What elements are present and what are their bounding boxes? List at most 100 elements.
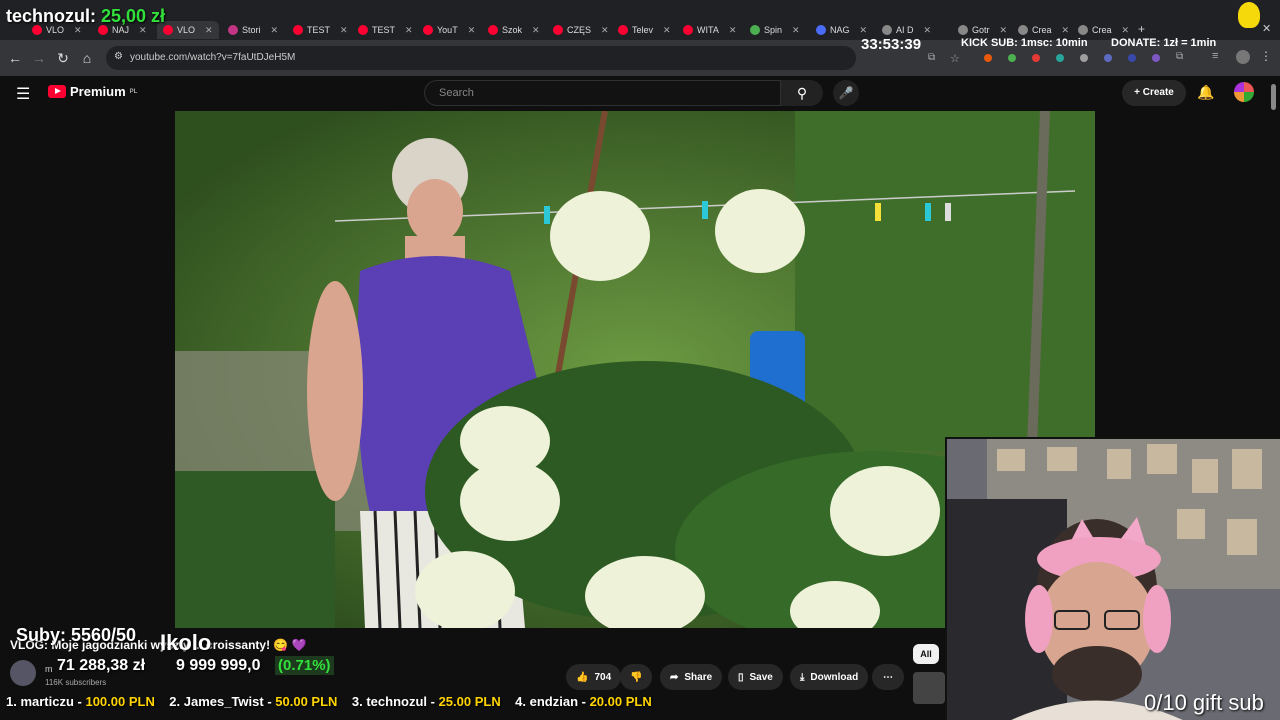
back-arrow-icon[interactable]: ←: [6, 50, 24, 66]
donation-leaderboard: 1. marticzu - 100.00 PLN 2. James_Twist …: [6, 694, 652, 709]
close-tab-icon[interactable]: ✕: [271, 25, 279, 36]
close-tab-icon[interactable]: ✕: [1062, 25, 1070, 36]
page-favicon-icon: [882, 25, 892, 35]
youtube-header: ☰ Premium PL Search ⚲ 🎤 + Create 🔔: [0, 76, 1280, 110]
share-arrow-icon: ➦: [670, 671, 679, 683]
banana-mascot-icon: [1238, 2, 1260, 28]
extension-icon[interactable]: [1008, 54, 1016, 62]
close-tab-icon[interactable]: ✕: [860, 25, 868, 36]
install-icon[interactable]: ⧉: [928, 52, 935, 63]
close-tab-icon[interactable]: ✕: [792, 25, 800, 36]
browser-tab-bar: VLO ✕ NAJ ✕ VLO ✕ Stori ✕ TEST ✕ TEST ✕ YouT ✕ …: [0, 0, 1280, 40]
extension-icon[interactable]: [1056, 54, 1064, 62]
reading-list-icon[interactable]: ≡: [1212, 50, 1218, 62]
page-favicon-icon: [1018, 25, 1028, 35]
browser-tab[interactable]: TEST ✕: [287, 21, 354, 39]
close-tab-icon[interactable]: ✕: [1122, 25, 1130, 36]
youtube-favicon-icon: [293, 25, 303, 35]
extensions-puzzle-icon[interactable]: ⧉: [1176, 51, 1183, 62]
browser-tab[interactable]: Stori ✕: [222, 21, 284, 39]
browser-menu-icon[interactable]: ⋮: [1260, 49, 1272, 63]
browser-tab[interactable]: YouT ✕: [417, 21, 481, 39]
page-scrollbar[interactable]: [1271, 84, 1276, 110]
youtube-favicon-icon: [488, 25, 498, 35]
kick-sub-info: KICK SUB: 1msc: 10min: [961, 37, 1088, 49]
youtube-play-icon: [48, 85, 66, 98]
subscriber-count: 116K subscribers: [45, 678, 107, 687]
extension-icon[interactable]: [1152, 54, 1160, 62]
extension-icon[interactable]: [1104, 54, 1112, 62]
globe-favicon-icon: [816, 25, 826, 35]
leaderboard-amount: 25.00 PLN: [438, 694, 501, 709]
site-info-icon[interactable]: ⚙: [114, 51, 123, 62]
leaderboard-entry: 4. endzian -: [515, 694, 590, 709]
reload-icon[interactable]: ↻: [54, 50, 72, 67]
top-donor-overlay: technozul: 25,00 zł: [6, 6, 166, 26]
url-field[interactable]: ⚙ youtube.com/watch?v=7faUtDJeH5M: [106, 46, 856, 70]
browser-tab-active[interactable]: VLO ✕: [157, 21, 219, 39]
browser-tab[interactable]: Spin ✕: [744, 21, 806, 39]
close-tab-icon[interactable]: ✕: [601, 25, 609, 36]
close-tab-icon[interactable]: ✕: [663, 25, 671, 36]
browser-tab[interactable]: CZĘS ✕: [547, 21, 615, 39]
thumbs-down-icon: 👎: [630, 671, 643, 683]
close-tab-icon[interactable]: ✕: [205, 25, 213, 36]
extension-icon[interactable]: [1128, 54, 1136, 62]
notifications-bell-icon[interactable]: 🔔: [1197, 84, 1214, 101]
dislike-button[interactable]: 👎: [620, 664, 653, 690]
microphone-icon[interactable]: 🎤: [833, 80, 859, 106]
webcam-frame: [947, 439, 1280, 720]
leaderboard-amount: 20.00 PLN: [589, 694, 652, 709]
close-tab-icon[interactable]: ✕: [532, 25, 540, 36]
extension-icon[interactable]: [1032, 54, 1040, 62]
share-button[interactable]: ➦ Share: [660, 664, 723, 690]
more-actions-button[interactable]: ⋯: [872, 664, 904, 690]
search-input[interactable]: Search: [424, 80, 781, 106]
youtube-logo[interactable]: Premium PL: [48, 84, 137, 99]
recommended-video-thumbnail[interactable]: [913, 672, 945, 704]
gift-sub-counter: 0/10 gift sub: [1144, 690, 1264, 715]
create-button[interactable]: + Create: [1122, 80, 1186, 106]
close-tab-icon[interactable]: ✕: [405, 25, 413, 36]
close-tab-icon[interactable]: ✕: [340, 25, 348, 36]
profile-avatar[interactable]: [1236, 50, 1250, 64]
leaderboard-entry: 1. marticzu -: [6, 694, 86, 709]
close-window-icon[interactable]: ✕: [1262, 22, 1271, 35]
channel-avatar[interactable]: [10, 660, 36, 686]
home-icon[interactable]: ⌂: [78, 50, 96, 66]
thumbs-up-icon: 👍: [576, 671, 589, 683]
filter-chip-all[interactable]: All: [913, 644, 939, 664]
youtube-favicon-icon: [553, 25, 563, 35]
browser-tab[interactable]: Telev ✕: [612, 21, 677, 39]
bookmark-star-icon[interactable]: ☆: [950, 52, 960, 65]
leaderboard-amount: 100.00 PLN: [85, 694, 155, 709]
more-dots-icon: ⋯: [883, 671, 893, 683]
like-button[interactable]: 👍 704: [566, 664, 622, 690]
spin-favicon-icon: [750, 25, 760, 35]
webcam-feed: [945, 437, 1280, 720]
browser-tab[interactable]: Szok ✕: [482, 21, 546, 39]
youtube-favicon-icon: [618, 25, 628, 35]
money-raised-overlay: 71 288,38 zł: [57, 657, 146, 674]
forward-arrow-icon[interactable]: →: [30, 50, 48, 66]
channel-name[interactable]: m: [45, 664, 53, 674]
close-tab-icon[interactable]: ✕: [924, 25, 932, 36]
address-bar-area: ← → ↻ ⌂ ⚙ youtube.com/watch?v=7faUtDJeH5…: [0, 40, 1280, 76]
youtube-favicon-icon: [683, 25, 693, 35]
close-tab-icon[interactable]: ✕: [729, 25, 737, 36]
extension-icon[interactable]: [984, 54, 992, 62]
save-button[interactable]: ▯ Save: [728, 664, 783, 690]
search-icon[interactable]: ⚲: [781, 80, 823, 106]
hamburger-menu-icon[interactable]: ☰: [16, 84, 30, 104]
close-tab-icon[interactable]: ✕: [1000, 25, 1008, 36]
extension-icon[interactable]: [1080, 54, 1088, 62]
close-tab-icon[interactable]: ✕: [468, 25, 476, 36]
subs-goal-overlay: Suby: 5560/50: [16, 625, 137, 645]
browser-tab[interactable]: TEST ✕: [352, 21, 419, 39]
download-button[interactable]: ⤓ Download: [790, 664, 869, 690]
account-avatar[interactable]: [1234, 82, 1254, 102]
leaderboard-amount: 50.00 PLN: [275, 694, 338, 709]
new-tab-icon[interactable]: +: [1138, 22, 1145, 36]
donate-info: DONATE: 1zł = 1min: [1111, 37, 1217, 49]
browser-tab[interactable]: WITA ✕: [677, 21, 742, 39]
